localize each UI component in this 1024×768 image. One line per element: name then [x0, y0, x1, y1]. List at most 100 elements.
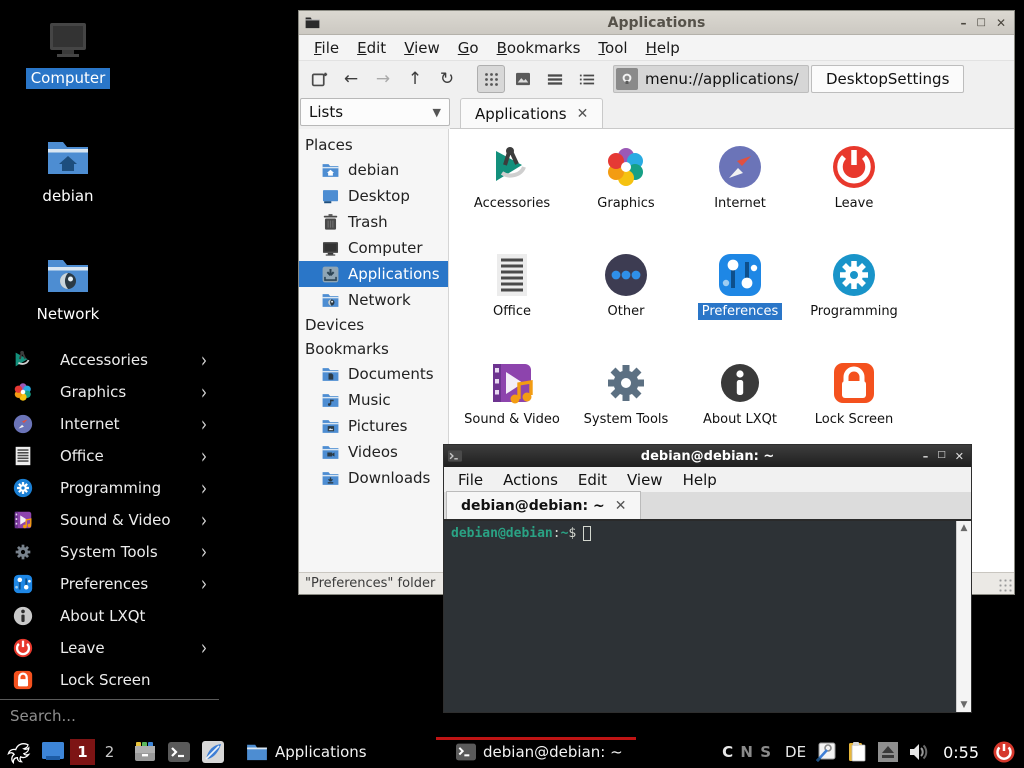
menu-search-input[interactable]: [8, 706, 211, 726]
detailed-list-view-button[interactable]: [541, 65, 569, 93]
menu-item-system-tools[interactable]: System Tools ›: [0, 536, 219, 568]
app-other[interactable]: Other: [569, 245, 683, 353]
fm-titlebar[interactable]: Applications – □ ✕: [299, 11, 1014, 35]
fm-tab-applications[interactable]: Applications ✕: [460, 98, 603, 128]
place-network[interactable]: Network: [299, 287, 448, 313]
tray-screenshot-icon[interactable]: [815, 741, 837, 763]
desktop-icon-network[interactable]: Network: [20, 252, 116, 325]
location-bar[interactable]: menu://applications/: [613, 65, 809, 93]
quicklaunch-featherpad[interactable]: [196, 736, 230, 768]
taskbar-clock[interactable]: 0:55: [943, 743, 979, 762]
app-internet[interactable]: Internet: [683, 137, 797, 245]
bookmark-videos[interactable]: Videos: [299, 439, 448, 465]
workspace-2-button[interactable]: 2: [97, 739, 122, 765]
menu-item-preferences[interactable]: Preferences ›: [0, 568, 219, 600]
menu-item-sound-video[interactable]: Sound & Video ›: [0, 504, 219, 536]
fm-menu-tool[interactable]: Tool: [589, 35, 636, 61]
menu-item-accessories[interactable]: Accessories ›: [0, 344, 219, 376]
term-menu-help[interactable]: Help: [673, 471, 727, 489]
keyboard-layout-indicator[interactable]: DE: [785, 743, 806, 761]
fm-menu-file[interactable]: File: [305, 35, 348, 61]
bookmark-music[interactable]: Music: [299, 387, 448, 413]
place-computer[interactable]: Computer: [299, 235, 448, 261]
desktop-icon-home[interactable]: debian: [20, 134, 116, 207]
task-button-terminal[interactable]: debian@debian: ~: [448, 736, 636, 768]
up-button[interactable]: ↑: [401, 65, 429, 93]
tray-clipboard-icon[interactable]: [846, 741, 868, 763]
volume-icon[interactable]: [908, 742, 930, 762]
terminal-titlebar[interactable]: debian@debian: ~ – □ ✕: [444, 445, 971, 467]
bookmark-documents[interactable]: Documents: [299, 361, 448, 387]
term-menu-edit[interactable]: Edit: [568, 471, 617, 489]
maximize-icon[interactable]: □: [976, 11, 985, 35]
thumbnail-view-button[interactable]: [509, 65, 537, 93]
app-accessories[interactable]: Accessories: [455, 137, 569, 245]
tab-close-icon[interactable]: ✕: [615, 498, 627, 514]
bookmark-pictures[interactable]: Pictures: [299, 413, 448, 439]
show-desktop-button[interactable]: [38, 736, 68, 768]
minimize-icon[interactable]: –: [923, 450, 929, 463]
lxqt-bird-icon: [6, 739, 32, 765]
fm-menu-bookmarks[interactable]: Bookmarks: [488, 35, 590, 61]
fm-menu-help[interactable]: Help: [637, 35, 689, 61]
tab-close-icon[interactable]: ✕: [577, 106, 589, 122]
menu-item-about-lxqt[interactable]: About LXQt: [0, 600, 219, 632]
resize-grip[interactable]: [998, 578, 1012, 592]
place-applications[interactable]: Applications: [299, 261, 448, 287]
term-menu-actions[interactable]: Actions: [493, 471, 568, 489]
fm-menu-go[interactable]: Go: [449, 35, 488, 61]
compact-view-button[interactable]: [573, 65, 601, 93]
minimize-icon[interactable]: –: [960, 11, 966, 35]
system-tools-icon: [12, 541, 34, 563]
menu-item-graphics[interactable]: Graphics ›: [0, 376, 219, 408]
forward-button[interactable]: →: [369, 65, 397, 93]
menu-item-lock-screen[interactable]: Lock Screen: [0, 664, 219, 696]
quicklaunch-file-manager[interactable]: [128, 736, 162, 768]
bookmark-label: Pictures: [348, 417, 407, 435]
close-icon[interactable]: ✕: [996, 11, 1006, 35]
path-button-desktopsettings[interactable]: DesktopSettings: [811, 65, 964, 93]
programming-icon: [12, 477, 34, 499]
bookmark-label: Videos: [348, 443, 398, 461]
task-button-applications[interactable]: Applications: [238, 736, 436, 768]
back-button[interactable]: ←: [337, 65, 365, 93]
scroll-up-icon[interactable]: ▲: [961, 521, 968, 535]
prompt-colon: :: [553, 526, 561, 541]
terminal-tab[interactable]: debian@debian: ~ ✕: [446, 491, 641, 519]
app-programming[interactable]: Programming: [797, 245, 911, 353]
terminal-scrollbar[interactable]: ▲ ▼: [956, 521, 971, 712]
maximize-icon[interactable]: □: [937, 450, 946, 463]
fm-menu-edit[interactable]: Edit: [348, 35, 395, 61]
terminal-screen[interactable]: debian@debian:~$: [444, 521, 956, 712]
quicklaunch-terminal[interactable]: [162, 736, 196, 768]
term-menu-file[interactable]: File: [448, 471, 493, 489]
fm-menu-view[interactable]: View: [395, 35, 449, 61]
tray-eject-icon[interactable]: [877, 741, 899, 763]
app-graphics[interactable]: Graphics: [569, 137, 683, 245]
start-menu-button[interactable]: [0, 736, 38, 768]
place-debian[interactable]: debian: [299, 157, 448, 183]
menu-item-programming[interactable]: Programming ›: [0, 472, 219, 504]
bookmark-downloads[interactable]: Downloads: [299, 465, 448, 491]
close-icon[interactable]: ✕: [955, 450, 964, 463]
scroll-down-icon[interactable]: ▼: [961, 698, 968, 712]
app-office[interactable]: Office: [455, 245, 569, 353]
folder-icon: [246, 743, 268, 761]
place-desktop[interactable]: Desktop: [299, 183, 448, 209]
reload-button[interactable]: ↻: [433, 65, 461, 93]
sidebar-mode-combo[interactable]: Lists ▼: [300, 98, 450, 126]
app-preferences[interactable]: Preferences: [683, 245, 797, 353]
internet-icon: [716, 143, 764, 191]
workspace-1-button[interactable]: 1: [70, 739, 95, 765]
menu-item-leave[interactable]: Leave ›: [0, 632, 219, 664]
term-menu-view[interactable]: View: [617, 471, 673, 489]
menu-item-office[interactable]: Office ›: [0, 440, 219, 472]
menu-item-internet[interactable]: Internet ›: [0, 408, 219, 440]
app-leave[interactable]: Leave: [797, 137, 911, 245]
desktop-icon-computer[interactable]: Computer: [20, 16, 116, 89]
bookmark-label: Music: [348, 391, 391, 409]
leave-button[interactable]: [992, 740, 1016, 764]
new-tab-button[interactable]: [305, 65, 333, 93]
place-trash[interactable]: Trash: [299, 209, 448, 235]
icon-view-button[interactable]: [477, 65, 505, 93]
